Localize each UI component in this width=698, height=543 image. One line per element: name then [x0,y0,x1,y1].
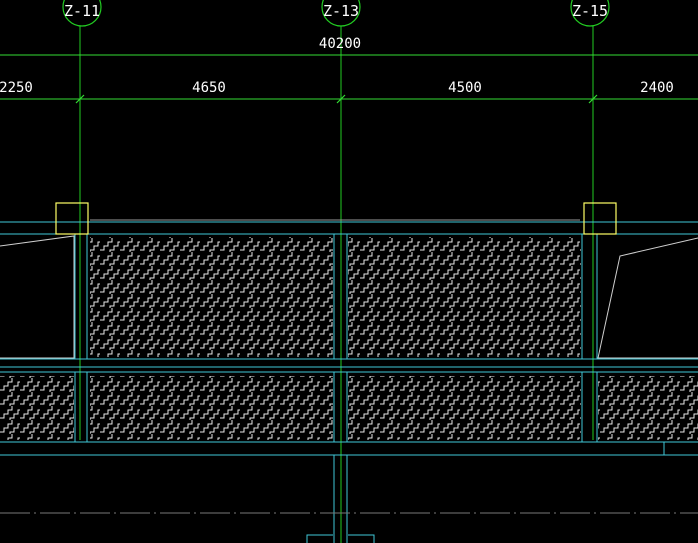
hatch-upper-left [90,237,333,357]
axis-label-z13: Z-13 [323,2,359,20]
overall-dimension-text: 40200 [319,36,361,52]
ramp-left [0,235,75,359]
cad-drawing-viewport[interactable]: Z-11 Z-13 Z-15 40200 2250 4650 4500 2400 [0,0,698,543]
cad-canvas[interactable]: Z-11 Z-13 Z-15 40200 2250 4650 4500 2400 [0,0,698,543]
columns[interactable] [55,202,617,235]
wall-line [306,534,333,543]
column-z11[interactable] [55,202,89,235]
wall-line [348,534,375,543]
dimension-text-4650: 4650 [192,80,226,96]
axis-label-z15: Z-15 [572,2,608,20]
axis-label-z11: Z-11 [64,2,100,20]
hatch-lower-far-left [0,376,74,440]
axis-bubble-z13[interactable]: Z-13 [321,0,361,27]
hatch-lower-right [348,376,581,440]
dimension-text-2250: 2250 [0,80,33,96]
ramp-right [597,237,698,359]
column-z15[interactable] [583,202,617,235]
dimension-text-4500: 4500 [448,80,482,96]
hatch-lower-left [90,376,333,440]
axis-bubble-z15[interactable]: Z-15 [570,0,610,27]
hatch-lower-far-right [598,376,698,440]
dimension-text-2400: 2400 [640,80,674,96]
axis-bubble-z11[interactable]: Z-11 [62,0,102,27]
hatch-upper-right [348,237,581,357]
